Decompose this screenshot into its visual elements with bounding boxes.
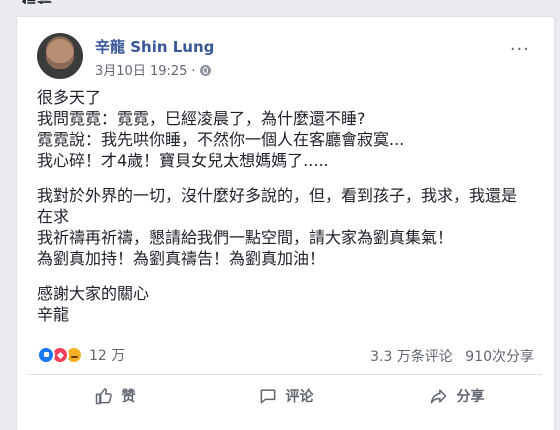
post-meta: 3月10日 19:25 · — [95, 60, 211, 79]
post-line: 感謝大家的關心 — [37, 284, 150, 303]
author-name[interactable]: 辛龍 Shin Lung — [95, 36, 214, 57]
thumb-up-icon — [95, 388, 112, 405]
comment-label: 评论 — [285, 389, 314, 405]
post-paragraph-3: 感謝大家的關心 辛龍 — [37, 283, 534, 325]
comment-count[interactable]: 3.3 万条评论 — [370, 349, 453, 365]
timestamp[interactable]: 3月10日 19:25 — [95, 64, 187, 79]
post-line: 我對於外界的一切，沒什麼好多說的，但，看到孩子，我求，我還是 — [37, 186, 518, 205]
top-fragment: 信号 — [22, 0, 52, 4]
post-line: 我問霓霓：霓霓，巳經凌晨了，為什麼還不睡? — [37, 109, 366, 128]
screenshot-root: 信号 辛龍 Shin Lung 3月10日 19:25 · ··· 很多天了 我問… — [0, 0, 560, 430]
like-button[interactable]: 赞 — [29, 379, 200, 413]
like-label: 赞 — [121, 389, 136, 405]
reaction-summary[interactable]: 12 万 — [37, 343, 125, 367]
comment-icon — [260, 389, 275, 404]
share-count[interactable]: 910次分享 — [465, 349, 534, 365]
share-icon — [430, 389, 446, 404]
post-stats: 12 万 3.3 万条评论 910次分享 — [37, 343, 534, 367]
comment-button[interactable]: 评论 — [200, 379, 371, 413]
meta-separator: · — [191, 64, 196, 79]
globe-icon[interactable] — [199, 65, 211, 76]
post-line: 霓霓說：我先哄你睡，不然你一個人在客廳會寂寞... — [37, 130, 405, 149]
avatar[interactable] — [37, 33, 83, 79]
post-paragraph-1: 很多天了 我問霓霓：霓霓，巳經凌晨了，為什麼還不睡? 霓霓說：我先哄你睡，不然你… — [37, 87, 534, 171]
reaction-count: 12 万 — [89, 348, 126, 364]
like-icon — [37, 346, 55, 364]
post-line: 我心碎！才4歲！寶貝女兒太想媽媽了..... — [37, 151, 329, 170]
post-line: 辛龍 — [37, 305, 70, 324]
more-icon[interactable]: ··· — [510, 41, 530, 59]
post-paragraph-2: 我對於外界的一切，沒什麼好多說的，但，看到孩子，我求，我還是 在求 我祈禱再祈禱… — [37, 185, 534, 269]
post-header: 辛龍 Shin Lung 3月10日 19:25 · ··· — [37, 33, 542, 83]
share-label: 分享 — [456, 389, 485, 405]
post-line: 為劉真加持！為劉真禱告！為劉真加油！ — [37, 249, 326, 268]
post-body: 很多天了 我問霓霓：霓霓，巳經凌晨了，為什麼還不睡? 霓霓說：我先哄你睡，不然你… — [37, 87, 534, 325]
actions-divider — [29, 374, 542, 375]
post-actions: 赞 评论 分享 — [29, 379, 542, 413]
post-line: 在求 — [37, 207, 70, 226]
post-line: 很多天了 — [37, 88, 102, 107]
post-card: 辛龍 Shin Lung 3月10日 19:25 · ··· 很多天了 我問霓霓：… — [16, 16, 555, 430]
post-line: 我祈禱再祈禱，懇請給我們一點空間，請大家為劉真集氣！ — [37, 228, 454, 247]
share-button[interactable]: 分享 — [371, 379, 542, 413]
engagement-counts: 3.3 万条评论 910次分享 — [362, 346, 534, 366]
